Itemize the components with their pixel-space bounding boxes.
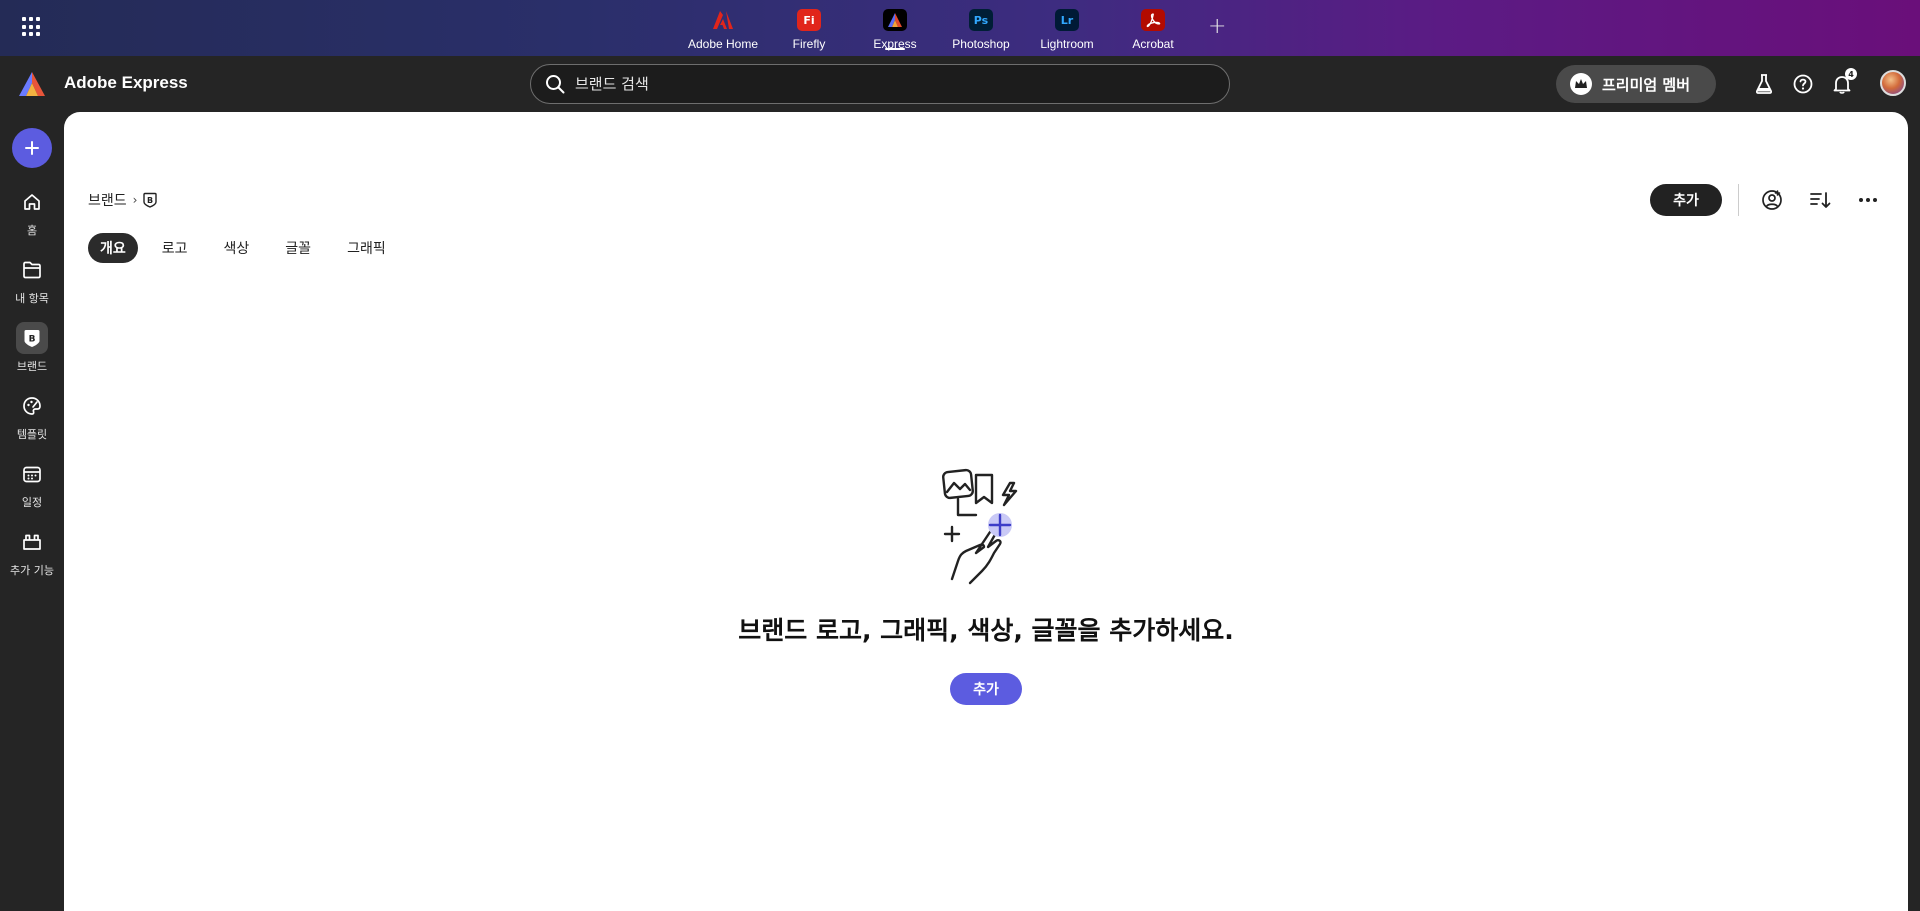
rail-item-templates[interactable]: 템플릿 (0, 390, 64, 442)
breadcrumb: 브랜드 › B (88, 190, 158, 210)
app-adobe-home[interactable]: Adobe Home (680, 0, 766, 56)
notifications-bell-icon[interactable]: 4 (1830, 68, 1857, 96)
rail-label: 템플릿 (16, 428, 48, 441)
rail-item-schedule[interactable]: 일정 (0, 458, 64, 510)
search-input[interactable] (575, 75, 1175, 93)
app-label: Express (873, 37, 917, 51)
app-label: Firefly (792, 37, 826, 51)
adobe-home-icon (711, 9, 735, 31)
breadcrumb-brands-link[interactable]: 브랜드 (88, 190, 127, 210)
folder-icon (16, 254, 48, 286)
empty-add-button[interactable]: 추가 (950, 673, 1022, 705)
rail-label: 홈 (26, 224, 38, 237)
app-firefly[interactable]: Fi Firefly (766, 0, 852, 56)
rail-item-home[interactable]: 홈 (0, 186, 64, 238)
empty-state: 브랜드 로고, 그래픽, 색상, 글꼴을 추가하세요. 추가 (64, 467, 1908, 705)
lightroom-icon: Lr (1055, 9, 1079, 31)
add-ons-icon (16, 526, 48, 558)
tab-logos[interactable]: 로고 (150, 233, 200, 263)
left-rail: 홈 내 항목 B 브랜드 템플릿 일정 추가 기능 (0, 112, 64, 911)
user-avatar[interactable] (1880, 70, 1906, 96)
brand-tabs: 개요 로고 색상 글꼴 그래픽 (88, 233, 398, 263)
app-acrobat[interactable]: Acrobat (1110, 0, 1196, 56)
share-user-icon[interactable] (1760, 188, 1784, 212)
rail-label: 브랜드 (16, 360, 48, 373)
more-options-icon[interactable] (1856, 188, 1880, 212)
rail-label: 추가 기능 (10, 564, 54, 577)
template-icon (16, 390, 48, 422)
chevron-right-icon: › (132, 193, 138, 207)
rail-label: 일정 (21, 496, 43, 509)
help-icon[interactable] (1791, 72, 1815, 96)
brand-badge-icon[interactable]: B (143, 192, 158, 208)
rail-item-add-ons[interactable]: 추가 기능 (0, 526, 64, 578)
home-icon (16, 186, 48, 218)
firefly-icon: Fi (797, 9, 821, 31)
product-name[interactable]: Adobe Express (64, 73, 188, 93)
sort-icon[interactable] (1808, 188, 1832, 212)
empty-state-title: 브랜드 로고, 그래픽, 색상, 글꼴을 추가하세요. (738, 616, 1234, 645)
rail-item-brand[interactable]: B 브랜드 (0, 322, 64, 374)
create-plus-button[interactable] (12, 128, 52, 168)
notification-badge: 4 (1845, 68, 1857, 80)
search-icon (546, 75, 565, 94)
header: Adobe Express 프리미엄 멤버 4 (0, 56, 1920, 112)
brand-icon: B (16, 322, 48, 354)
add-app-plus-icon[interactable]: + (1208, 14, 1226, 39)
app-label: Acrobat (1132, 37, 1174, 51)
crown-icon (1570, 73, 1592, 95)
labs-flask-icon[interactable] (1752, 72, 1776, 96)
tab-colors[interactable]: 색상 (212, 233, 262, 263)
app-label: Lightroom (1040, 37, 1094, 51)
add-button[interactable]: 추가 (1650, 184, 1722, 216)
app-label: Photoshop (952, 37, 1010, 51)
add-brand-assets-illustration-icon (942, 468, 1018, 585)
tab-fonts[interactable]: 글꼴 (273, 233, 323, 263)
app-switcher-bar: Adobe Home Fi Firefly Express Ps Photosh… (0, 0, 1920, 56)
acrobat-icon (1141, 9, 1165, 31)
photoshop-icon: Ps (969, 9, 993, 31)
app-lightroom[interactable]: Lr Lightroom (1024, 0, 1110, 56)
express-logo-icon[interactable] (18, 71, 46, 97)
calendar-icon (16, 458, 48, 490)
premium-member-button[interactable]: 프리미엄 멤버 (1556, 65, 1716, 103)
main-panel: 브랜드 › B 추가 개요 로고 색상 글꼴 그래픽 브랜드 로고, 그래픽, … (64, 112, 1908, 911)
plus-icon (25, 141, 39, 155)
svg-text:B: B (147, 196, 153, 205)
app-grid-icon[interactable] (22, 17, 42, 37)
rail-label: 내 항목 (15, 292, 49, 305)
app-photoshop[interactable]: Ps Photoshop (938, 0, 1024, 56)
toolbar-divider (1738, 184, 1739, 216)
svg-text:B: B (29, 335, 36, 345)
express-icon (883, 9, 907, 31)
app-list: Adobe Home Fi Firefly Express Ps Photosh… (680, 0, 1196, 56)
search-bar[interactable] (530, 64, 1230, 104)
rail-item-my-stuff[interactable]: 내 항목 (0, 254, 64, 306)
app-express[interactable]: Express (852, 0, 938, 56)
tab-graphics[interactable]: 그래픽 (335, 233, 398, 263)
tab-overview[interactable]: 개요 (88, 233, 138, 263)
app-label: Adobe Home (687, 37, 759, 51)
premium-label: 프리미엄 멤버 (1602, 75, 1691, 94)
